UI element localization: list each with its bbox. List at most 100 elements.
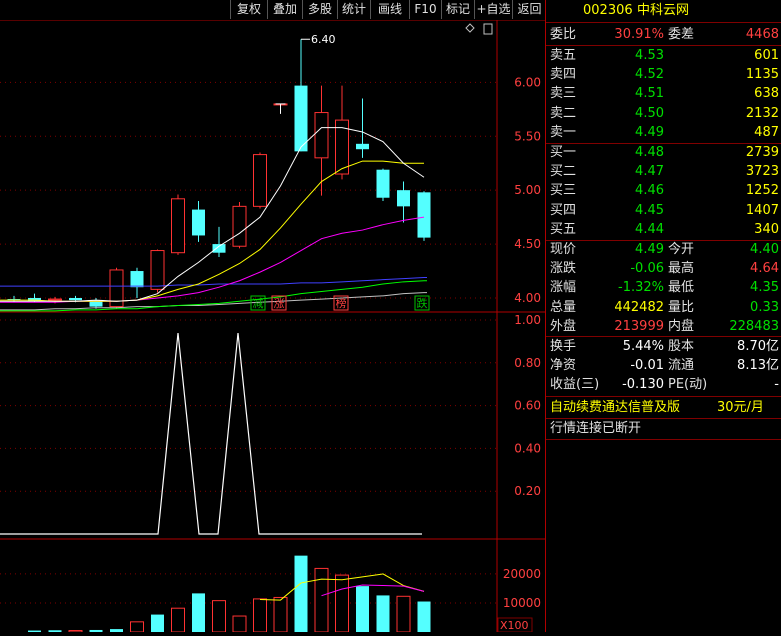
- panel-toggle-icon: [483, 23, 493, 35]
- quote-label: 涨跌: [550, 261, 577, 277]
- bid-price: 4.45: [635, 202, 664, 218]
- candle-body: [417, 192, 431, 238]
- candle-body: [314, 112, 329, 159]
- toolbar-button-8[interactable]: 返回: [512, 0, 546, 19]
- volume-bar: [212, 600, 226, 633]
- bid-label: 买二: [550, 164, 577, 180]
- ma-line-ma60: [0, 280, 427, 312]
- fund-value: -: [774, 377, 779, 393]
- quote-label: 最低: [668, 280, 695, 296]
- y-tick-label: 4.50: [514, 237, 541, 251]
- toolbar-button-3[interactable]: 统计: [337, 0, 370, 19]
- bid-row: 买一 4.48 2739: [546, 144, 781, 162]
- volume-bar: [356, 586, 369, 632]
- toolbar-button-7[interactable]: +自选: [474, 0, 512, 19]
- ma-line-ma120: [0, 277, 427, 287]
- ask-row: 卖一 4.49 487: [546, 124, 781, 142]
- toolbar-button-2[interactable]: 多股: [302, 0, 337, 19]
- quote-row: 现价 4.49 今开 4.40: [546, 241, 781, 259]
- ask-volume: 601: [754, 48, 779, 63]
- bid-volume: 3723: [745, 164, 779, 180]
- subscription-ad[interactable]: 自动续费通达信普及版 30元/月: [546, 399, 781, 417]
- event-marker-label: 跌: [417, 296, 428, 310]
- ask-label: 卖一: [550, 124, 577, 140]
- ma-line-ma5: [0, 127, 425, 302]
- fund-value: 8.70亿: [737, 339, 779, 354]
- quote-label: 外盘: [550, 318, 577, 334]
- connection-status: 行情连接已断开: [546, 420, 781, 438]
- stock-code: 002306: [583, 3, 633, 18]
- y-tick-label: 10000: [503, 596, 541, 610]
- quote-value: -1.32%: [618, 280, 664, 296]
- quote-value: 4.49: [635, 242, 664, 257]
- bid-price: 4.46: [635, 183, 664, 199]
- bid-volume: 2739: [745, 145, 779, 160]
- quote-label: 总量: [550, 299, 577, 315]
- toolbar-button-5[interactable]: F10: [409, 0, 441, 19]
- ask-label: 卖五: [550, 48, 577, 63]
- quote-row: 涨跌 -0.06 最高 4.64: [546, 260, 781, 278]
- fundamental-row: 净资 -0.01 流通 8.13亿: [546, 357, 781, 375]
- quote-label: 最高: [668, 261, 695, 277]
- stock-header: 002306 中科云网: [546, 2, 781, 20]
- candle-body: [212, 244, 226, 253]
- quote-label: 今开: [668, 242, 695, 257]
- quote-panel: 002306 中科云网 委比 30.91% 委差 4468 卖五 4.53 601 卖…: [545, 0, 781, 632]
- volume-bar: [376, 595, 390, 632]
- ad-text: 自动续费通达信普及版: [550, 400, 681, 415]
- fundamental-row: 换手 5.44% 股本 8.70亿: [546, 338, 781, 356]
- y-tick-label: 5.50: [514, 129, 541, 143]
- fund-label: 流通: [668, 358, 695, 374]
- y-tick-label: 20000: [503, 567, 541, 581]
- quote-value: -0.06: [630, 261, 664, 277]
- volume-bar: [273, 596, 288, 633]
- ask-label: 卖二: [550, 105, 577, 121]
- bid-row: 买四 4.45 1407: [546, 202, 781, 220]
- bid-label: 买五: [550, 221, 577, 237]
- fund-value: -0.130: [622, 377, 664, 393]
- quote-value: 213999: [614, 318, 664, 334]
- bid-label: 买一: [550, 145, 577, 160]
- stock-name: 中科云网: [637, 3, 690, 18]
- quote-row: 总量 442482 量比 0.33: [546, 299, 781, 317]
- volume-bar: [396, 595, 411, 633]
- quote-label: 涨幅: [550, 280, 577, 296]
- ad-price: 30元/月: [717, 400, 764, 415]
- chart-svg: 6.00 5.50 5.00 4.50 4.00 6.40 减涨 榜 跌 1.00 0.80 0.60…: [0, 19, 545, 633]
- toolbar-button-1[interactable]: 叠加: [267, 0, 302, 19]
- candle-body: [130, 271, 144, 288]
- toolbar-button-4[interactable]: 画线: [370, 0, 409, 19]
- toolbar-button-0[interactable]: 复权: [230, 0, 267, 19]
- candle-body: [397, 190, 410, 207]
- y-tick-label: 0.40: [514, 441, 541, 455]
- volume-bar: [171, 607, 185, 633]
- candle-body: [192, 209, 205, 236]
- candle-body: [171, 198, 185, 254]
- y-tick-label: 6.00: [514, 75, 541, 89]
- bid-volume: 1252: [745, 183, 779, 199]
- fundamental-row: 收益(三) -0.130 PE(动) -: [546, 376, 781, 394]
- ask-label: 卖三: [550, 86, 577, 102]
- ask-price: 4.53: [635, 48, 664, 63]
- toolbar-button-6[interactable]: 标记: [441, 0, 474, 19]
- quote-label: 现价: [550, 242, 577, 257]
- weicha-value: 4468: [745, 27, 779, 42]
- y-tick-label: 5.00: [514, 183, 541, 197]
- ma-line-ma20: [0, 216, 425, 303]
- y-tick-label: 4.00: [514, 291, 541, 305]
- bid-row: 买五 4.44 340: [546, 221, 781, 239]
- bid-label: 买三: [550, 183, 577, 199]
- candle-body: [150, 250, 165, 290]
- divider: [546, 22, 781, 23]
- ask-volume: 487: [754, 124, 779, 140]
- ask-row: 卖三 4.51 638: [546, 85, 781, 103]
- quote-row: 外盘 213999 内盘 228483: [546, 318, 781, 336]
- volume-bar: [232, 615, 247, 633]
- bid-price: 4.48: [635, 145, 664, 160]
- weibi-value: 30.91%: [614, 27, 664, 42]
- ask-volume: 1135: [745, 67, 779, 83]
- ask-price: 4.49: [635, 124, 664, 140]
- y-tick-label: 0.80: [514, 356, 541, 370]
- event-marker-label: 减: [253, 297, 264, 310]
- quote-value: 228483: [729, 318, 779, 334]
